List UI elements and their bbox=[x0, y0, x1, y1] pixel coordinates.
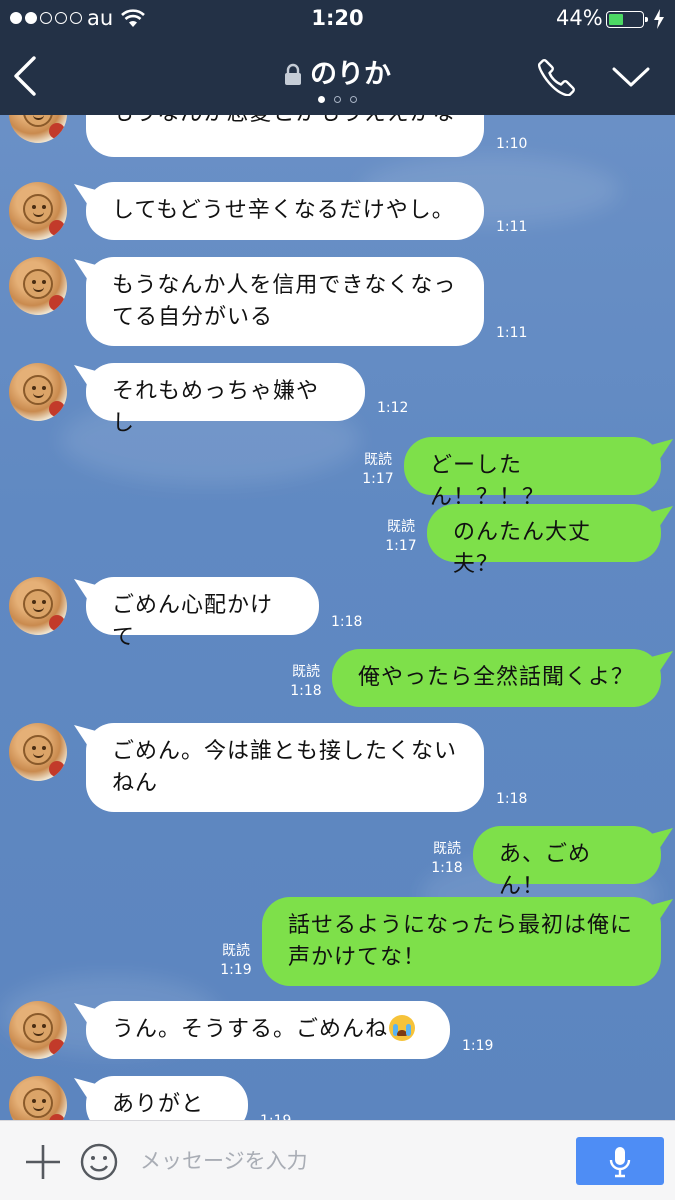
message-time: 1:17 bbox=[362, 471, 394, 487]
message-text: もうなんか人を信用できなくなってる自分がいる bbox=[112, 273, 457, 330]
message-text: のんたん大丈夫？ bbox=[453, 520, 592, 577]
message-text: もうなんか恋愛とかもうええかな bbox=[112, 115, 456, 126]
message-text: してもどうせ辛くなるだけやし。 bbox=[112, 198, 455, 223]
page-dot bbox=[318, 96, 325, 103]
sent-message-bubble[interactable]: あ、ごめん！ bbox=[473, 826, 661, 899]
read-receipt: 既読 1:19 bbox=[216, 942, 256, 980]
message-input[interactable] bbox=[140, 1139, 560, 1183]
message-text: 俺やったら全然話聞くよ？ bbox=[358, 665, 635, 690]
message-text: ごめん。今は誰とも接したくないねん bbox=[112, 739, 458, 796]
sent-message-bubble[interactable]: 話せるようになったら最初は俺に声かけてな！ bbox=[262, 897, 661, 986]
read-receipt: 既読 1:17 bbox=[381, 518, 421, 556]
phone-call-icon[interactable] bbox=[538, 58, 576, 96]
message-time: 1:18 bbox=[431, 860, 463, 876]
message-row: ごめん心配かけて 1:18 bbox=[0, 577, 675, 650]
message-row: あ、ごめん！ 既読 1:18 bbox=[0, 826, 675, 899]
message-time: 1:18 bbox=[290, 683, 322, 699]
message-text: 話せるようになったら最初は俺に声かけてな！ bbox=[288, 913, 634, 970]
voice-message-button[interactable] bbox=[576, 1137, 664, 1185]
sent-message-bubble[interactable]: 俺やったら全然話聞くよ？ bbox=[332, 649, 661, 707]
message-time: 1:10 bbox=[496, 136, 528, 152]
message-time: 1:17 bbox=[385, 538, 417, 554]
avatar[interactable] bbox=[9, 363, 67, 421]
received-message-bubble[interactable]: うん。そうする。ごめんね bbox=[86, 1001, 450, 1059]
microphone-icon bbox=[609, 1147, 631, 1178]
status-bar: au 1:20 44% bbox=[0, 0, 675, 38]
read-receipt: 既読 1:17 bbox=[358, 451, 398, 489]
message-list[interactable]: もうなんか恋愛とかもうええかな1:10してもどうせ辛くなるだけやし。1:11もう… bbox=[0, 115, 675, 1120]
message-row: してもどうせ辛くなるだけやし。 1:11 bbox=[0, 182, 675, 240]
message-input-bar bbox=[0, 1120, 675, 1200]
message-row: もうなんか人を信用できなくなってる自分がいる 1:11 bbox=[0, 257, 675, 346]
avatar[interactable] bbox=[9, 1001, 67, 1059]
charging-bolt-icon bbox=[654, 9, 664, 29]
message-time: 1:19 bbox=[260, 1112, 291, 1120]
received-message-bubble[interactable]: ごめん。今は誰とも接したくないねん bbox=[86, 723, 484, 812]
read-label: 既読 bbox=[433, 841, 461, 857]
avatar[interactable] bbox=[9, 577, 67, 635]
read-label: 既読 bbox=[222, 943, 250, 959]
message-row: うん。そうする。ごめんね 1:19 bbox=[0, 1001, 675, 1059]
read-label: 既読 bbox=[364, 452, 392, 468]
message-row: どーしたん！？！？ 既読 1:17 bbox=[0, 437, 675, 510]
received-message-bubble[interactable]: それもめっちゃ嫌やし bbox=[86, 363, 365, 436]
message-time: 1:19 bbox=[220, 962, 252, 978]
page-indicator bbox=[0, 96, 675, 103]
lock-icon bbox=[285, 63, 301, 85]
received-message-bubble[interactable]: ありがとう bbox=[86, 1076, 248, 1120]
message-row: もうなんか恋愛とかもうええかな 1:10 bbox=[0, 115, 675, 157]
message-time: 1:11 bbox=[496, 325, 528, 341]
message-time: 1:11 bbox=[496, 219, 528, 235]
message-text: ありがとう bbox=[112, 1092, 205, 1117]
battery-percent: 44% bbox=[556, 6, 603, 30]
message-row: 俺やったら全然話聞くよ？ 既読 1:18 bbox=[0, 649, 675, 707]
avatar[interactable] bbox=[9, 115, 67, 143]
plus-icon[interactable] bbox=[25, 1144, 61, 1180]
received-message-bubble[interactable]: してもどうせ辛くなるだけやし。 bbox=[86, 182, 484, 240]
avatar[interactable] bbox=[9, 182, 67, 240]
message-row: それもめっちゃ嫌やし 1:12 bbox=[0, 363, 675, 436]
message-time: 1:18 bbox=[331, 614, 363, 630]
message-row: 話せるようになったら最初は俺に声かけてな！ 既読 1:19 bbox=[0, 897, 675, 986]
contact-name: のりか bbox=[310, 59, 391, 90]
read-receipt: 既読 1:18 bbox=[427, 840, 467, 878]
chevron-down-icon[interactable] bbox=[612, 66, 650, 88]
page-dot bbox=[334, 96, 341, 103]
message-time: 1:18 bbox=[496, 791, 528, 807]
received-message-bubble[interactable]: もうなんか恋愛とかもうええかな bbox=[86, 115, 484, 157]
avatar[interactable] bbox=[9, 1076, 67, 1120]
sent-message-bubble[interactable]: のんたん大丈夫？ bbox=[427, 504, 661, 577]
avatar[interactable] bbox=[9, 723, 67, 781]
message-text: どーしたん！？！？ bbox=[430, 453, 546, 510]
message-text: うん。そうする。ごめんね bbox=[112, 1017, 389, 1042]
received-message-bubble[interactable]: ごめん心配かけて bbox=[86, 577, 319, 650]
sent-message-bubble[interactable]: どーしたん！？！？ bbox=[404, 437, 661, 510]
received-message-bubble[interactable]: もうなんか人を信用できなくなってる自分がいる bbox=[86, 257, 484, 346]
message-row: ありがとう 1:19 bbox=[0, 1076, 675, 1120]
message-time: 1:19 bbox=[462, 1038, 494, 1054]
crying-face-icon bbox=[389, 1015, 416, 1041]
message-text: ごめん心配かけて bbox=[112, 593, 274, 650]
battery-icon bbox=[606, 11, 648, 28]
read-label: 既読 bbox=[387, 519, 415, 535]
page-dot bbox=[350, 96, 357, 103]
message-time: 1:12 bbox=[377, 400, 409, 416]
emoji-smile-icon[interactable] bbox=[80, 1143, 118, 1181]
read-label: 既読 bbox=[292, 664, 320, 680]
chat-header: のりか bbox=[0, 38, 675, 115]
avatar[interactable] bbox=[9, 257, 67, 315]
read-receipt: 既読 1:18 bbox=[286, 663, 326, 701]
message-row: のんたん大丈夫？ 既読 1:17 bbox=[0, 504, 675, 577]
message-row: ごめん。今は誰とも接したくないねん 1:18 bbox=[0, 723, 675, 812]
